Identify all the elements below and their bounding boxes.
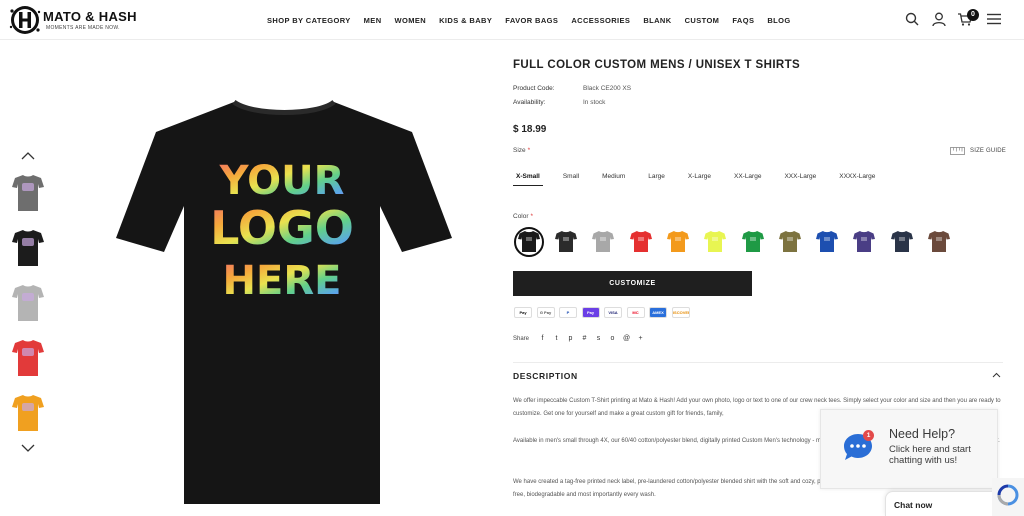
nav-kids-baby[interactable]: KIDS & BABY xyxy=(439,16,492,25)
product-code-value: Black CE200 XS xyxy=(583,85,632,92)
grid-icon[interactable]: # xyxy=(580,335,589,342)
gray-tshirt-thumbnail[interactable] xyxy=(11,172,45,212)
email-icon[interactable]: @ xyxy=(622,335,631,342)
color-swatch-3[interactable] xyxy=(592,229,615,253)
color-swatch-5[interactable] xyxy=(666,229,689,253)
size-option-xx-large[interactable]: XX-Large xyxy=(731,168,764,186)
description-collapse-chevron-icon[interactable] xyxy=(992,372,1001,378)
black-tshirt-thumbnail[interactable] xyxy=(11,227,45,267)
payment-methods: Pay G Pay P Pay VISA MC AMEX DISCOVER xyxy=(514,307,694,318)
print-text-here: HERE xyxy=(223,258,342,304)
nav-faqs[interactable]: FAQS xyxy=(732,16,754,25)
logo-emblem-icon xyxy=(9,6,41,34)
site-header: MATO & HASH MOMENTS ARE MADE NOW. SHOP B… xyxy=(0,0,1024,40)
logo-tagline: MOMENTS ARE MADE NOW. xyxy=(46,25,120,31)
snapchat-icon[interactable]: s xyxy=(594,335,603,342)
print-text-your: YOUR xyxy=(219,158,345,204)
size-option-large[interactable]: Large xyxy=(645,168,668,186)
need-help-card[interactable]: 1 Need Help? Click here and start chatti… xyxy=(820,409,998,489)
nav-custom[interactable]: CUSTOM xyxy=(685,16,720,25)
nav-women[interactable]: WOMEN xyxy=(395,16,427,25)
red-tshirt-thumbnail[interactable] xyxy=(11,337,45,377)
color-label-text: Color xyxy=(513,213,529,220)
chat-now-label: Chat now xyxy=(894,500,933,510)
nav-shop-by-category[interactable]: SHOP BY CATEGORY xyxy=(267,16,351,25)
size-guide-link[interactable]: SIZE GUIDE xyxy=(950,146,1006,156)
size-option-xxx-large[interactable]: XXX-Large xyxy=(781,168,819,186)
description-divider xyxy=(513,362,1003,363)
payment-method-4-icon: Pay xyxy=(581,307,600,318)
pinterest-icon[interactable]: p xyxy=(566,335,575,342)
size-guide-label: SIZE GUIDE xyxy=(970,148,1007,154)
payment-method-8-icon: DISCOVER xyxy=(671,307,690,318)
orange-tshirt-thumbnail[interactable] xyxy=(11,392,45,432)
need-help-title: Need Help? xyxy=(889,427,956,441)
site-logo[interactable]: MATO & HASH MOMENTS ARE MADE NOW. xyxy=(8,3,137,37)
availability-label: Availability: xyxy=(513,99,546,106)
share-label: Share xyxy=(513,336,530,342)
recaptcha-icon[interactable] xyxy=(992,478,1024,516)
color-swatch-6[interactable] xyxy=(704,229,727,253)
size-required-mark: * xyxy=(527,147,531,154)
cart-count-badge: 0 xyxy=(967,9,979,21)
size-label-text: Size xyxy=(513,147,526,154)
color-required-mark: * xyxy=(530,213,534,220)
color-swatch-9[interactable] xyxy=(816,229,839,253)
size-option-x-large[interactable]: X-Large xyxy=(685,168,714,186)
product-title: FULL COLOR CUSTOM MENS / UNISEX T SHIRTS xyxy=(513,59,801,71)
size-option-x-small[interactable]: X-Small xyxy=(513,168,543,186)
share-icons: f t p # s o @ + xyxy=(538,335,650,342)
nav-favor-bags[interactable]: FAVOR BAGS xyxy=(505,16,558,25)
print-text-logo: LOGO xyxy=(210,201,354,255)
nav-blank[interactable]: BLANK xyxy=(643,16,671,25)
nav-blog[interactable]: BLOG xyxy=(767,16,790,25)
product-price: $ 18.99 xyxy=(513,124,547,135)
color-swatch-11[interactable] xyxy=(890,229,913,253)
color-swatch-4[interactable] xyxy=(629,229,652,253)
nav-men[interactable]: MEN xyxy=(364,16,382,25)
more-share-icon[interactable]: + xyxy=(636,335,645,342)
size-option-xxxx-large[interactable]: XXXX-Large xyxy=(836,168,878,186)
size-option-medium[interactable]: Medium xyxy=(599,168,628,186)
facebook-icon[interactable]: f xyxy=(538,335,547,342)
color-swatch-7[interactable] xyxy=(741,229,764,253)
ruler-icon xyxy=(950,147,965,155)
light-gray-tshirt-thumbnail[interactable] xyxy=(11,282,45,322)
account-icon[interactable] xyxy=(931,11,947,27)
size-option-small[interactable]: Small xyxy=(560,168,582,186)
color-swatch-1[interactable] xyxy=(518,229,540,253)
messenger-icon[interactable]: o xyxy=(608,335,617,342)
nav-accessories[interactable]: ACCESSORIES xyxy=(571,16,630,25)
payment-method-3-icon: P xyxy=(559,307,577,318)
color-swatch-2[interactable] xyxy=(555,229,577,253)
menu-icon[interactable] xyxy=(986,11,1002,27)
customize-button[interactable]: CUSTOMIZE xyxy=(513,271,752,296)
color-label: Color * xyxy=(513,213,533,220)
payment-method-1-icon: Pay xyxy=(514,307,532,318)
size-label: Size * xyxy=(513,147,530,154)
need-help-subtitle: Click here and start chatting with us! xyxy=(889,444,971,466)
color-swatch-10[interactable] xyxy=(853,229,876,253)
product-code-label: Product Code: xyxy=(513,85,555,92)
main-nav: SHOP BY CATEGORY MEN WOMEN KIDS & BABY F… xyxy=(267,0,804,40)
size-options: X-Small Small Medium Large X-Large XX-Large XX… xyxy=(513,168,895,186)
search-icon[interactable] xyxy=(904,11,920,27)
payment-method-6-icon: MC xyxy=(626,307,645,318)
payment-method-7-icon: AMEX xyxy=(649,307,667,318)
color-swatch-8[interactable] xyxy=(778,229,801,253)
thumbnail-up-arrow-icon[interactable] xyxy=(20,151,36,161)
twitter-icon[interactable]: t xyxy=(552,335,561,342)
payment-method-2-icon: G Pay xyxy=(536,307,555,318)
payment-method-5-icon: VISA xyxy=(604,307,622,318)
description-heading[interactable]: DESCRIPTION xyxy=(513,371,578,381)
availability-value: In stock xyxy=(583,99,606,106)
chat-unread-badge: 1 xyxy=(863,430,874,441)
color-swatch-12[interactable] xyxy=(928,229,950,253)
thumbnail-down-arrow-icon[interactable] xyxy=(20,443,36,453)
logo-name: MATO & HASH xyxy=(43,9,137,24)
product-main-image[interactable]: YOUR LOGO HERE xyxy=(112,96,457,508)
